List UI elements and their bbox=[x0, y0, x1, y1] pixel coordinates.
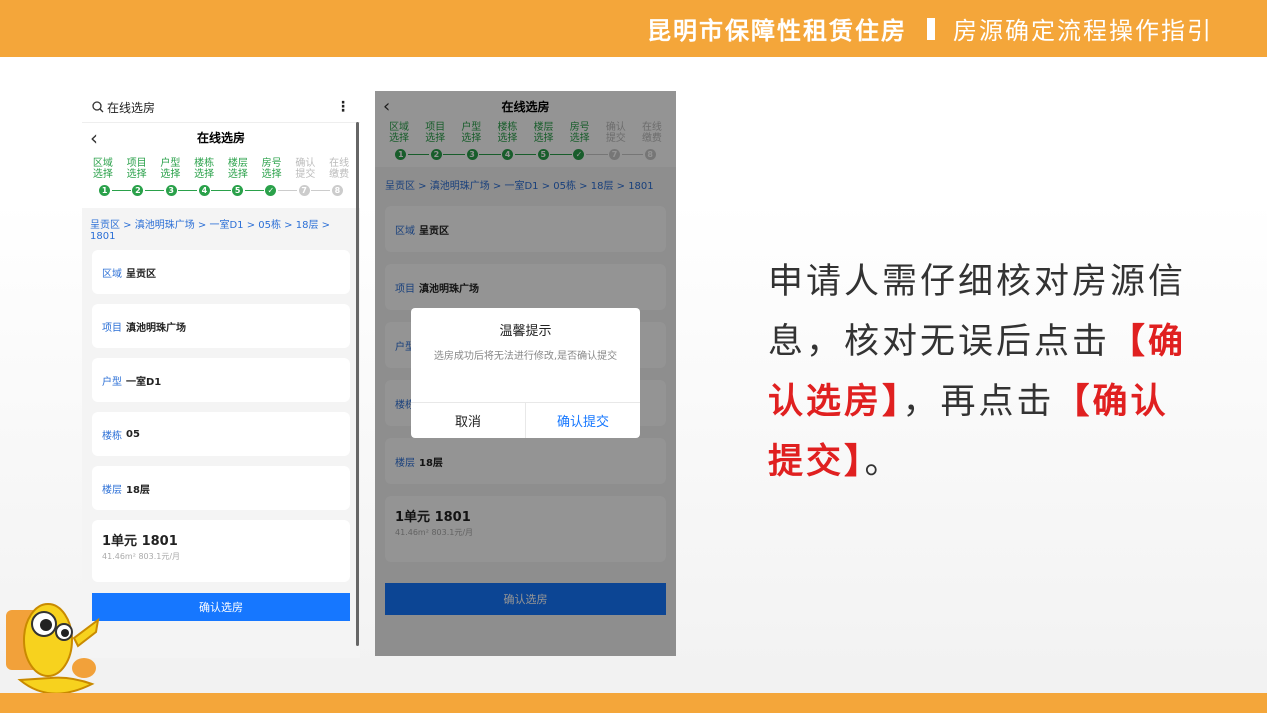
step-label-line1: 楼层 bbox=[227, 158, 248, 169]
step-connector bbox=[244, 190, 264, 191]
search-text: 在线选房 bbox=[107, 100, 156, 115]
step-label: 楼栋 选择 bbox=[190, 158, 218, 180]
header-banner: 昆明市保障性租赁住房 房源确定流程操作指引 bbox=[0, 0, 1267, 57]
right-phone-screen: ‹ 在线选房 区域 选择 项目 选择 户型 选择 楼栋 选择 楼层 选择 房号 选择 确认 提交 在线 缴费 1… bbox=[375, 91, 676, 656]
instruction-end: 。 bbox=[864, 442, 903, 482]
field-value: 一室D1 bbox=[126, 376, 162, 388]
left-phone-screen: 在线选房 ⋮ ‹ 在线选房 区域 选择 项目 选择 户型 选择 楼栋 选择 楼层 选择 房号 选择 确认… bbox=[82, 92, 360, 658]
dialog-title: 温馨提示 bbox=[499, 324, 552, 339]
cancel-button[interactable]: 取消 bbox=[411, 403, 526, 438]
step-connector bbox=[211, 190, 231, 191]
header-subtitle: 房源确定流程操作指引 bbox=[953, 17, 1213, 45]
confirm-select-button[interactable]: 确认选房 bbox=[92, 593, 350, 621]
step-marker: 4 bbox=[198, 185, 210, 196]
step-label-line1: 楼栋 bbox=[194, 158, 215, 169]
step-label: 在线 缴费 bbox=[325, 158, 353, 180]
step-connector bbox=[311, 190, 331, 191]
step-connector bbox=[111, 190, 131, 191]
step-label: 确认 提交 bbox=[291, 158, 319, 180]
header-title: 昆明市保障性租赁住房 bbox=[647, 17, 907, 45]
step-label-line1: 在线 bbox=[329, 158, 350, 169]
step-label-line2: 选择 bbox=[92, 169, 113, 180]
page-title: 在线选房 bbox=[196, 131, 245, 145]
step-label-line2: 提交 bbox=[295, 169, 316, 180]
unit-card[interactable]: 1单元 1801 41.46m² 803.1元/月 bbox=[92, 520, 350, 582]
step-label-line2: 选择 bbox=[227, 169, 248, 180]
field-label: 户型 bbox=[102, 376, 122, 388]
step-progress: 区域 选择 项目 选择 户型 选择 楼栋 选择 楼层 选择 房号 选择 确认 提交 在线 缴费 1 2 3 4 5 ✓ 7 8 bbox=[82, 152, 360, 208]
step-label: 房号 选择 bbox=[258, 158, 286, 180]
dialog-message: 选房成功后将无法进行修改,是否确认提交 bbox=[433, 351, 618, 362]
step-marker: 5 bbox=[232, 185, 244, 196]
search-icon bbox=[92, 101, 104, 113]
nav-bar: ‹ 在线选房 bbox=[82, 122, 360, 152]
step-marker: ✓ bbox=[265, 185, 277, 196]
field-card[interactable]: 区域 呈贡区 bbox=[92, 250, 350, 294]
field-card[interactable]: 楼栋 05 bbox=[92, 412, 350, 456]
step-connector bbox=[144, 190, 165, 191]
mascot-illustration bbox=[6, 603, 100, 695]
field-label: 项目 bbox=[102, 322, 122, 334]
field-value: 05 bbox=[126, 428, 140, 440]
instruction-mid: ，再点击 bbox=[902, 382, 1055, 422]
confirm-submit-button[interactable]: 确认提交 bbox=[526, 403, 640, 438]
field-card[interactable]: 项目 滇池明珠广场 bbox=[92, 304, 350, 348]
field-label: 楼层 bbox=[102, 484, 122, 496]
field-card[interactable]: 楼层 18层 bbox=[92, 466, 350, 510]
breadcrumb: 呈贡区 > 滇池明珠广场 > 一室D1 > 05栋 > 18层 > 1801 bbox=[90, 220, 331, 242]
field-value: 呈贡区 bbox=[126, 268, 156, 280]
search-bar[interactable]: 在线选房 ⋮ bbox=[82, 92, 360, 122]
step-label: 区域 选择 bbox=[89, 158, 117, 180]
field-value: 滇池明珠广场 bbox=[126, 322, 186, 334]
step-marker: 1 bbox=[99, 185, 111, 196]
step-label: 项目 选择 bbox=[123, 158, 151, 180]
step-label-line2: 选择 bbox=[160, 169, 181, 180]
step-label-line1: 项目 bbox=[126, 158, 147, 169]
step-label: 楼层 选择 bbox=[224, 158, 252, 180]
step-marker: 2 bbox=[132, 185, 144, 196]
confirm-dialog: 温馨提示 选房成功后将无法进行修改,是否确认提交 取消 确认提交 bbox=[411, 308, 640, 438]
step-connector bbox=[277, 190, 298, 191]
step-marker: 8 bbox=[331, 185, 343, 196]
step-label-line1: 户型 bbox=[160, 158, 181, 169]
field-card[interactable]: 户型 一室D1 bbox=[92, 358, 350, 402]
step-label-line2: 选择 bbox=[194, 169, 215, 180]
header-divider bbox=[927, 17, 935, 40]
instruction-text: 申请人需仔细核对房源信息，核对无误后点击【确认选房】，再点击【确认提交】。 bbox=[768, 252, 1188, 492]
step-label: 户型 选择 bbox=[156, 158, 184, 180]
unit-subtitle: 41.46m² 803.1元/月 bbox=[102, 552, 181, 561]
step-marker: 7 bbox=[298, 185, 310, 196]
step-label-line1: 区域 bbox=[92, 158, 113, 169]
step-connector bbox=[178, 190, 198, 191]
step-marker: 3 bbox=[165, 185, 177, 196]
step-label-line1: 确认 bbox=[295, 158, 316, 169]
dialog-actions: 取消 确认提交 bbox=[411, 402, 640, 438]
field-label: 区域 bbox=[102, 268, 122, 280]
scrollbar[interactable] bbox=[356, 122, 359, 646]
field-label: 楼栋 bbox=[102, 430, 122, 442]
step-label-line2: 缴费 bbox=[329, 169, 350, 180]
unit-title: 1单元 1801 bbox=[102, 534, 178, 549]
step-label-line2: 选择 bbox=[261, 169, 282, 180]
field-value: 18层 bbox=[126, 484, 150, 496]
step-label-line2: 选择 bbox=[126, 169, 147, 180]
back-icon[interactable]: ‹ bbox=[90, 126, 98, 150]
step-label-line1: 房号 bbox=[261, 158, 282, 169]
more-icon[interactable]: ⋮ bbox=[336, 99, 350, 115]
footer-bar bbox=[0, 693, 1267, 713]
